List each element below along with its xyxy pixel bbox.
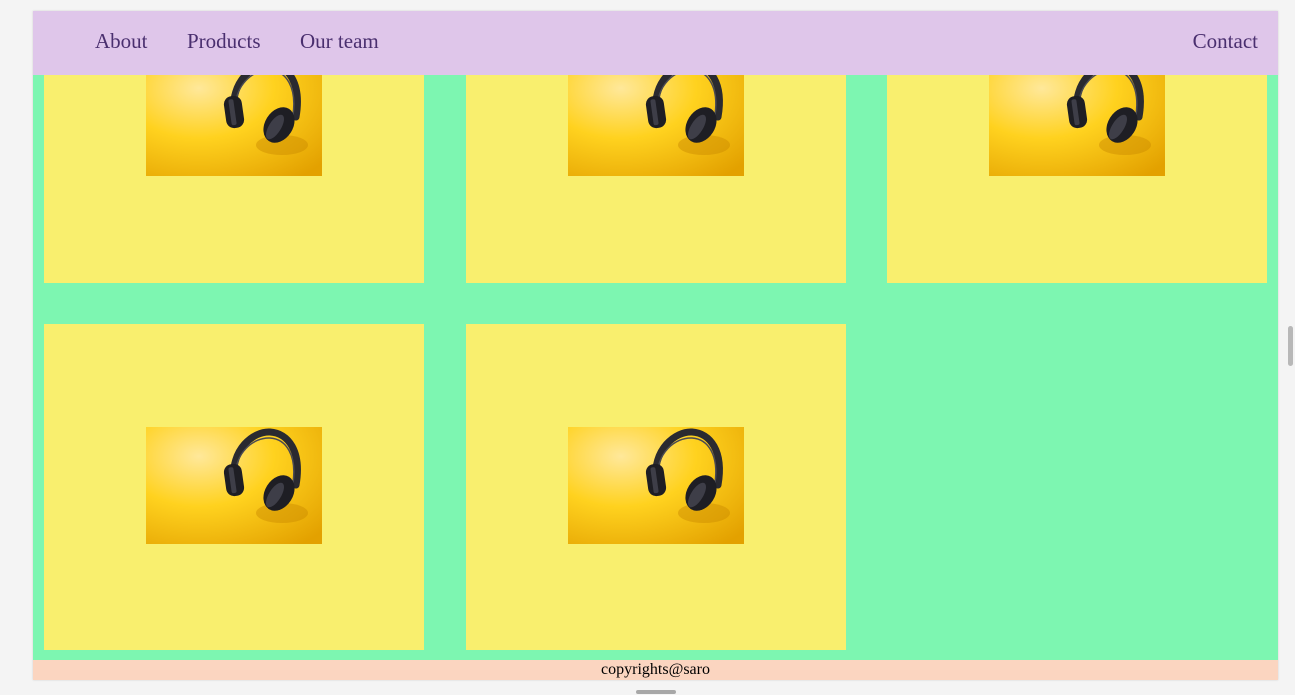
headphones-image bbox=[146, 59, 322, 176]
nav-link-products[interactable]: Products bbox=[187, 29, 261, 54]
nav-link-our-team[interactable]: Our team bbox=[300, 29, 379, 54]
nav-link-about[interactable]: About bbox=[95, 29, 148, 54]
vertical-scrollbar-thumb[interactable] bbox=[1288, 326, 1293, 366]
footer: copyrights@saro bbox=[33, 660, 1278, 680]
copyright-text: copyrights@saro bbox=[601, 661, 710, 678]
page-viewport: About Products Our team Contact copyrigh… bbox=[33, 11, 1278, 680]
product-card bbox=[44, 324, 424, 650]
navbar: About Products Our team Contact bbox=[33, 11, 1278, 75]
headphones-image bbox=[146, 427, 322, 544]
product-card bbox=[466, 324, 846, 650]
resize-handle[interactable] bbox=[636, 690, 676, 694]
headphones-image bbox=[989, 59, 1165, 176]
headphones-image bbox=[568, 59, 744, 176]
nav-link-contact[interactable]: Contact bbox=[1193, 29, 1258, 54]
headphones-image bbox=[568, 427, 744, 544]
